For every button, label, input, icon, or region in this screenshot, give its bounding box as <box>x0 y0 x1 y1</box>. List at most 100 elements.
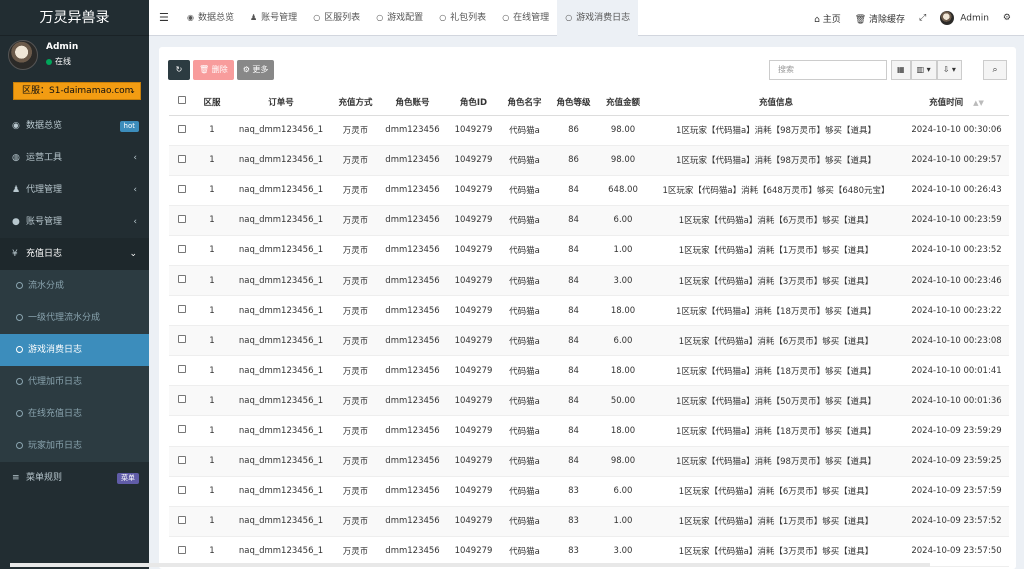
row-checkbox-cell[interactable] <box>169 355 195 387</box>
sidebar-item-account-mgmt[interactable]: ● 账号管理 ‹ <box>0 206 149 238</box>
header-amount[interactable]: 充值金额 <box>598 89 648 116</box>
row-checkbox-cell[interactable] <box>169 506 195 537</box>
table-row[interactable]: 1 naq_dmm123456_1 万灵币 dmm123456 1049279 代码猫a 8… <box>169 355 1009 387</box>
sidebar-subitem-agent-coin-log[interactable]: 代理加币日志 <box>0 366 149 398</box>
checkbox[interactable] <box>178 214 186 223</box>
tab-online-mgmt[interactable]: ○ 在线管理 <box>494 0 557 36</box>
settings-button[interactable]: ⚙ <box>996 13 1018 23</box>
header-role-name[interactable]: 角色名字 <box>500 89 549 116</box>
checkbox[interactable] <box>178 335 186 344</box>
cell-role-account: dmm123456 <box>378 506 447 537</box>
table-row[interactable]: 1 naq_dmm123456_1 万灵币 dmm123456 1049279 代码猫a 8… <box>169 115 1009 146</box>
fullscreen-button[interactable]: ⤢ <box>912 13 933 23</box>
horizontal-scrollbar[interactable] <box>10 563 930 567</box>
header-info[interactable]: 充值信息 <box>648 89 904 116</box>
row-checkbox-cell[interactable] <box>169 325 195 357</box>
table-row[interactable]: 1 naq_dmm123456_1 万灵币 dmm123456 1049279 代码猫a 8… <box>169 265 1009 297</box>
sidebar-subitem-revenue-share[interactable]: 流水分成 <box>0 270 149 302</box>
checkbox[interactable] <box>178 545 186 554</box>
checkbox[interactable] <box>178 515 186 524</box>
row-checkbox-cell[interactable] <box>169 205 195 236</box>
cell-role-account: dmm123456 <box>378 145 447 176</box>
table-row[interactable]: 1 naq_dmm123456_1 万灵币 dmm123456 1049279 代码猫a 8… <box>169 175 1009 206</box>
region-select[interactable]: 区服：S1-daimamao.com ⌄ <box>13 82 141 100</box>
row-checkbox-cell[interactable] <box>169 115 195 146</box>
advanced-search-button[interactable]: ⌕ <box>983 60 1007 80</box>
row-checkbox-cell[interactable] <box>169 476 195 507</box>
checkbox[interactable] <box>178 485 186 494</box>
toggle-view-button[interactable]: ▦ <box>891 60 911 80</box>
row-checkbox-cell[interactable] <box>169 295 195 327</box>
checkbox[interactable] <box>178 395 186 404</box>
app-title[interactable]: 万灵异兽录 <box>0 0 149 36</box>
tab-gift-list[interactable]: ○ 礼包列表 <box>431 0 494 36</box>
sidebar-subitem-online-recharge-log[interactable]: 在线充值日志 <box>0 398 149 430</box>
sidebar-subitem-player-coin-log[interactable]: 玩家加币日志 <box>0 430 149 462</box>
table-row[interactable]: 1 naq_dmm123456_1 万灵币 dmm123456 1049279 代码猫a 8… <box>169 536 1009 567</box>
checkbox[interactable] <box>178 184 186 193</box>
cell-role-id: 1049279 <box>447 235 500 266</box>
tab-game-consume-log[interactable]: ○ 游戏消费日志 <box>557 0 639 36</box>
table-row[interactable]: 1 naq_dmm123456_1 万灵币 dmm123456 1049279 代码猫a 8… <box>169 205 1009 236</box>
tab-game-config[interactable]: ○ 游戏配置 <box>368 0 431 36</box>
header-server[interactable]: 区服 <box>195 89 229 116</box>
header-role-level[interactable]: 角色等级 <box>549 89 598 116</box>
header-checkbox[interactable] <box>169 89 195 116</box>
refresh-button[interactable]: ↻ <box>168 60 190 80</box>
user-icon: ♟ <box>250 13 258 22</box>
table-row[interactable]: 1 naq_dmm123456_1 万灵币 dmm123456 1049279 代码猫a 8… <box>169 476 1009 507</box>
delete-button[interactable]: 🗑 删除 <box>193 60 234 80</box>
circle-icon <box>16 282 23 289</box>
circle-icon: ○ <box>313 13 321 22</box>
header-order-no[interactable]: 订单号 <box>229 89 333 116</box>
checkbox[interactable] <box>178 96 186 105</box>
tab-server-list[interactable]: ○ 区服列表 <box>305 0 368 36</box>
header-pay-method[interactable]: 充值方式 <box>333 89 378 116</box>
checkbox[interactable] <box>178 365 186 374</box>
table-row[interactable]: 1 naq_dmm123456_1 万灵币 dmm123456 1049279 代码猫a 8… <box>169 415 1009 447</box>
checkbox[interactable] <box>178 275 186 284</box>
sidebar-item-ops-tools[interactable]: ◍ 运营工具 ‹ <box>0 142 149 174</box>
checkbox[interactable] <box>178 305 186 314</box>
cell-role-name: 代码猫a <box>500 476 549 507</box>
table-row[interactable]: 1 naq_dmm123456_1 万灵币 dmm123456 1049279 代码猫a 8… <box>169 325 1009 357</box>
sidebar-item-recharge-log[interactable]: ¥ 充值日志 ⌄ <box>0 238 149 270</box>
row-checkbox-cell[interactable] <box>169 265 195 297</box>
row-checkbox-cell[interactable] <box>169 385 195 417</box>
checkbox[interactable] <box>178 455 186 464</box>
table-row[interactable]: 1 naq_dmm123456_1 万灵币 dmm123456 1049279 代码猫a 8… <box>169 446 1009 477</box>
export-button[interactable]: ⇩ ▾ <box>936 60 962 80</box>
sidebar-item-menu-rules[interactable]: ≡ 菜单规则 菜单 <box>0 462 149 494</box>
row-checkbox-cell[interactable] <box>169 175 195 206</box>
sidebar-item-agent-mgmt[interactable]: ♟ 代理管理 ‹ <box>0 174 149 206</box>
checkbox[interactable] <box>178 124 186 133</box>
tab-dashboard[interactable]: ◉ 数据总览 <box>179 0 242 36</box>
row-checkbox-cell[interactable] <box>169 145 195 176</box>
header-role-account[interactable]: 角色账号 <box>378 89 447 116</box>
row-checkbox-cell[interactable] <box>169 415 195 447</box>
header-time[interactable]: 充值时间 ▲▼ <box>904 89 1009 116</box>
table-row[interactable]: 1 naq_dmm123456_1 万灵币 dmm123456 1049279 代码猫a 8… <box>169 295 1009 327</box>
table-row[interactable]: 1 naq_dmm123456_1 万灵币 dmm123456 1049279 代码猫a 8… <box>169 145 1009 176</box>
tab-account-mgmt[interactable]: ♟ 账号管理 <box>242 0 305 36</box>
sidebar-item-dashboard[interactable]: ◉ 数据总览 hot <box>0 110 149 142</box>
header-role-id[interactable]: 角色ID <box>447 89 500 116</box>
more-button[interactable]: ⚙ 更多 <box>236 60 275 80</box>
search-input[interactable]: 搜索 <box>769 60 887 80</box>
hamburger-menu-icon[interactable]: ☰ <box>159 11 169 24</box>
table-row[interactable]: 1 naq_dmm123456_1 万灵币 dmm123456 1049279 代码猫a 8… <box>169 385 1009 417</box>
checkbox[interactable] <box>178 244 186 253</box>
row-checkbox-cell[interactable] <box>169 536 195 567</box>
home-link[interactable]: ⌂ 主页 <box>807 12 848 25</box>
columns-button[interactable]: ▥ ▾ <box>910 60 937 80</box>
table-row[interactable]: 1 naq_dmm123456_1 万灵币 dmm123456 1049279 代码猫a 8… <box>169 506 1009 537</box>
clear-cache-button[interactable]: 🗑 清除缓存 <box>848 12 912 25</box>
sidebar-subitem-game-consume-log[interactable]: 游戏消费日志 <box>0 334 149 366</box>
row-checkbox-cell[interactable] <box>169 446 195 477</box>
row-checkbox-cell[interactable] <box>169 235 195 266</box>
user-menu[interactable]: Admin <box>933 11 996 25</box>
checkbox[interactable] <box>178 154 186 163</box>
sidebar-subitem-agent-revenue-share[interactable]: 一级代理流水分成 <box>0 302 149 334</box>
table-row[interactable]: 1 naq_dmm123456_1 万灵币 dmm123456 1049279 代码猫a 8… <box>169 235 1009 266</box>
checkbox[interactable] <box>178 425 186 434</box>
